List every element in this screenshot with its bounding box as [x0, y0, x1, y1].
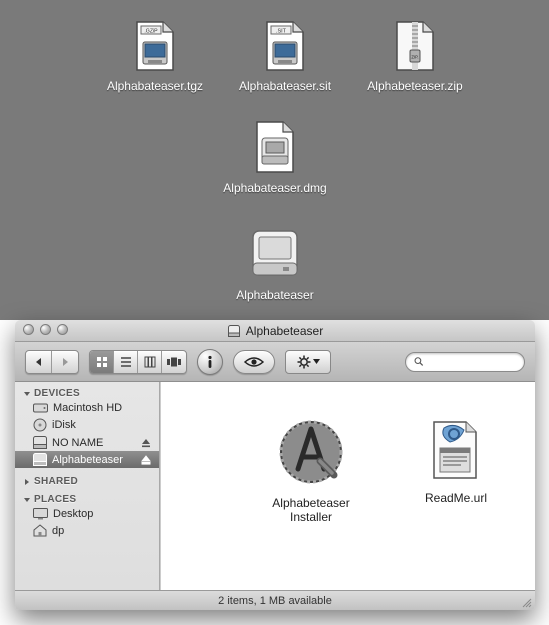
close-button[interactable]	[23, 324, 34, 335]
sidebar-item-idisk[interactable]: iDisk	[15, 416, 159, 434]
eject-icon[interactable]	[141, 455, 151, 465]
sidebar-item-label: Desktop	[53, 508, 93, 520]
window-title-text: Alphabeteaser	[246, 324, 323, 338]
section-label: DEVICES	[34, 388, 80, 399]
search-icon	[414, 356, 424, 367]
sidebar-item-label: NO NAME	[52, 437, 103, 449]
desktop-file-sit[interactable]: .SIT Alphabateaser.sit	[225, 20, 345, 93]
sidebar: DEVICES Macintosh HD iDisk NO NAME Alpha…	[15, 382, 160, 590]
nav-buttons	[25, 350, 79, 374]
sidebar-item-alphabeteaser[interactable]: Alphabeteaser	[15, 451, 159, 468]
info-icon	[204, 355, 216, 369]
archive-sit-icon: .SIT	[263, 20, 307, 75]
gear-icon	[297, 355, 311, 369]
svg-text:ZIP.: ZIP.	[411, 55, 418, 60]
file-label: ReadMe.url	[396, 491, 516, 505]
desktop-file-dmg[interactable]: Alphabateaser.dmg	[215, 120, 335, 195]
url-document-icon	[430, 473, 482, 485]
status-bar: 2 items, 1 MB available	[15, 590, 535, 610]
dmg-document-icon	[253, 120, 297, 177]
volume-icon	[227, 324, 241, 338]
info-button[interactable]	[197, 349, 223, 375]
desktop-file-label: Alphabateaser.tgz	[95, 79, 215, 93]
desktop-icon	[33, 508, 48, 520]
desktop-file-label: Alphabeteaser.zip	[355, 79, 475, 93]
sidebar-item-macintosh-hd[interactable]: Macintosh HD	[15, 400, 159, 416]
action-menu-button[interactable]	[285, 350, 331, 374]
hard-disk-icon	[33, 402, 48, 414]
sidebar-item-label: dp	[52, 525, 64, 537]
forward-button[interactable]	[52, 351, 78, 373]
view-switcher	[89, 350, 187, 374]
eye-icon	[244, 356, 264, 368]
disclosure-down-icon	[23, 496, 31, 504]
desktop: .GZiP Alphabateaser.tgz .SIT Alphabateas…	[0, 0, 549, 320]
removable-disk-icon	[33, 453, 47, 466]
sidebar-section-devices[interactable]: DEVICES	[15, 386, 159, 400]
status-text: 2 items, 1 MB available	[218, 595, 332, 607]
icon-view-button[interactable]	[90, 351, 114, 373]
desktop-file-tgz[interactable]: .GZiP Alphabateaser.tgz	[95, 20, 215, 93]
file-label: Alphabeteaser Installer	[251, 496, 371, 524]
content-pane[interactable]: Alphabeteaser Installer	[160, 382, 535, 590]
sidebar-item-no-name[interactable]: NO NAME	[15, 434, 159, 451]
sidebar-item-label: Alphabeteaser	[52, 454, 123, 466]
zoom-button[interactable]	[57, 324, 68, 335]
sidebar-item-home[interactable]: dp	[15, 522, 159, 539]
disclosure-down-icon	[23, 390, 31, 398]
back-button[interactable]	[26, 351, 52, 373]
column-view-button[interactable]	[138, 351, 162, 373]
search-field[interactable]	[405, 352, 525, 372]
sidebar-item-label: Macintosh HD	[53, 402, 122, 414]
desktop-file-label: Alphabateaser	[215, 288, 335, 302]
section-label: SHARED	[34, 476, 78, 487]
toolbar	[15, 342, 535, 382]
resize-grip-icon[interactable]	[520, 596, 532, 608]
minimize-button[interactable]	[40, 324, 51, 335]
idisk-icon	[33, 418, 47, 432]
volume-drive-icon	[247, 225, 303, 284]
window-title: Alphabeteaser	[227, 324, 323, 338]
chevron-down-icon	[313, 359, 320, 364]
eject-icon[interactable]	[141, 438, 151, 448]
desktop-volume[interactable]: Alphabateaser	[215, 225, 335, 302]
disclosure-right-icon	[23, 478, 31, 486]
sidebar-section-places[interactable]: PLACES	[15, 492, 159, 506]
finder-window: Alphabeteaser	[15, 320, 535, 610]
search-input[interactable]	[428, 356, 516, 368]
file-readme[interactable]: ReadMe.url	[396, 420, 516, 505]
titlebar[interactable]: Alphabeteaser	[15, 320, 535, 342]
desktop-file-zip[interactable]: ZIP. Alphabeteaser.zip	[355, 20, 475, 93]
section-label: PLACES	[34, 494, 76, 505]
installer-app-icon	[276, 478, 346, 490]
file-installer[interactable]: Alphabeteaser Installer	[251, 417, 371, 524]
archive-zip-icon: ZIP.	[393, 20, 437, 75]
badge-text: .GZiP	[144, 29, 158, 35]
coverflow-view-button[interactable]	[162, 351, 186, 373]
sidebar-item-label: iDisk	[52, 419, 76, 431]
desktop-file-label: Alphabateaser.sit	[225, 79, 345, 93]
sidebar-item-desktop[interactable]: Desktop	[15, 506, 159, 522]
window-body: DEVICES Macintosh HD iDisk NO NAME Alpha…	[15, 382, 535, 590]
removable-disk-icon	[33, 436, 47, 449]
home-icon	[33, 524, 47, 537]
quicklook-button[interactable]	[233, 350, 275, 374]
list-view-button[interactable]	[114, 351, 138, 373]
archive-gzip-icon: .GZiP	[133, 20, 177, 75]
window-controls	[23, 324, 68, 335]
svg-text:.SIT: .SIT	[276, 29, 287, 35]
desktop-file-label: Alphabateaser.dmg	[215, 181, 335, 195]
sidebar-section-shared[interactable]: SHARED	[15, 474, 159, 488]
